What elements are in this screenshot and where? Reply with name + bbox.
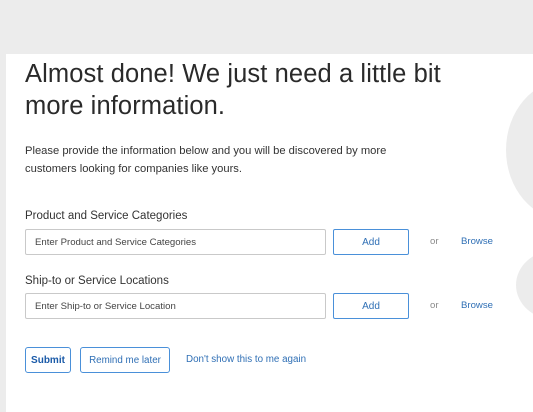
or-separator: or [430,300,439,311]
add-product-category-button[interactable]: Add [333,229,409,255]
product-categories-label: Product and Service Categories [25,210,188,222]
app-window: Almost done! We just need a little bit m… [0,0,533,412]
ship-to-location-input[interactable] [25,293,326,319]
remind-me-later-button[interactable]: Remind me later [80,347,170,373]
product-categories-input[interactable] [25,229,326,255]
top-bar [0,0,533,54]
dont-show-again-link[interactable]: Don't show this to me again [186,354,306,365]
add-ship-to-location-button[interactable]: Add [333,293,409,319]
page-title: Almost done! We just need a little bit m… [25,60,441,120]
submit-button[interactable]: Submit [25,347,71,373]
decorative-circle [516,250,533,320]
ship-to-locations-label: Ship-to or Service Locations [25,275,169,287]
profile-completion-panel: Almost done! We just need a little bit m… [6,54,533,412]
browse-product-categories-link[interactable]: Browse [461,236,493,247]
or-separator: or [430,236,439,247]
decorative-circle [506,80,533,220]
browse-ship-to-locations-link[interactable]: Browse [461,300,493,311]
page-description: Please provide the information below and… [25,145,387,175]
